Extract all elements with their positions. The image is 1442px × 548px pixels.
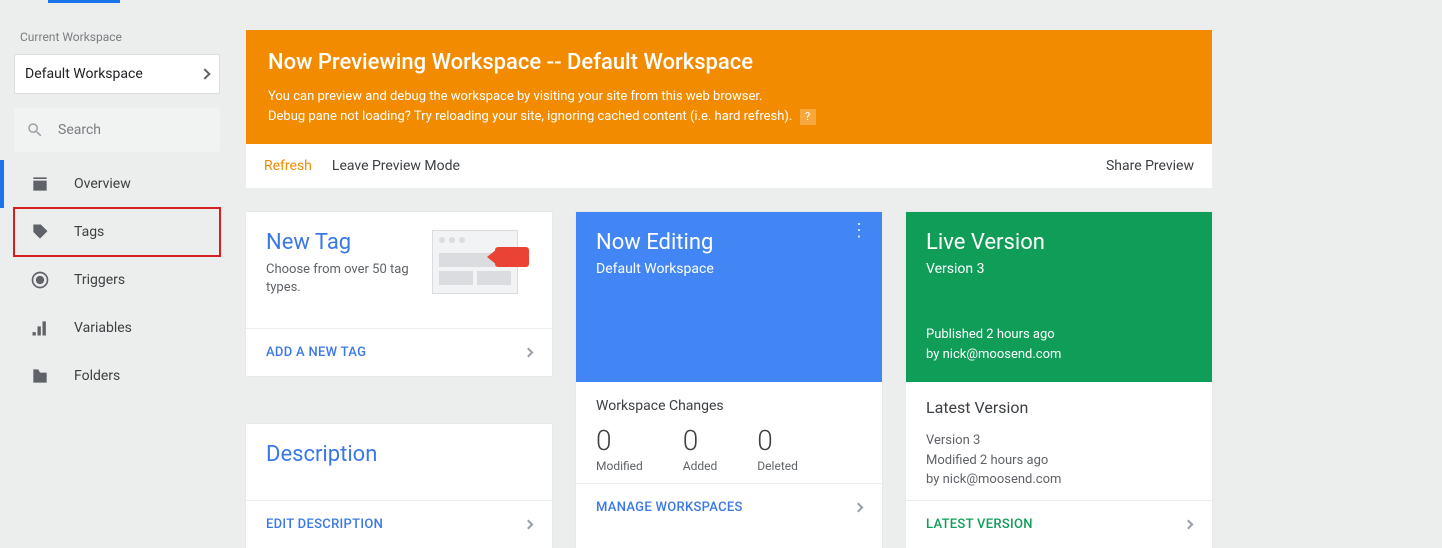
now-editing-card: Now Editing Default Workspace ⋮ Workspac… — [576, 212, 882, 548]
current-workspace-label: Current Workspace — [14, 30, 220, 44]
stat-added: 0 Added — [683, 424, 718, 473]
topbar — [0, 0, 1442, 6]
stat-num: 0 — [596, 424, 643, 457]
nav-folders[interactable]: Folders — [14, 352, 220, 400]
sidebar: Current Workspace Default Workspace Sear… — [0, 6, 234, 548]
chevron-right-icon — [854, 503, 864, 513]
trigger-icon — [30, 270, 50, 290]
latest-modified: Modified 2 hours ago — [926, 451, 1192, 471]
nav-triggers[interactable]: Triggers — [14, 256, 220, 304]
add-new-tag-button[interactable]: ADD A NEW TAG — [246, 328, 552, 376]
stat-num: 0 — [683, 424, 718, 457]
latest-version-title: Latest Version — [926, 398, 1192, 417]
stat-deleted: 0 Deleted — [757, 424, 798, 473]
workspace-selector[interactable]: Default Workspace — [14, 54, 220, 94]
more-menu-icon[interactable]: ⋮ — [850, 228, 868, 233]
nav-label: Triggers — [74, 272, 125, 288]
now-editing-workspace: Default Workspace — [596, 261, 862, 277]
nav-variables[interactable]: Variables — [14, 304, 220, 352]
latest-version-button[interactable]: LATEST VERSION — [906, 500, 1212, 548]
nav-label: Overview — [74, 176, 131, 192]
search-input[interactable]: Search — [14, 108, 220, 152]
overview-icon — [30, 174, 50, 194]
folder-icon — [30, 366, 50, 386]
stat-modified: 0 Modified — [596, 424, 643, 473]
leave-preview-link[interactable]: Leave Preview Mode — [332, 158, 460, 174]
workspace-changes-title: Workspace Changes — [596, 398, 862, 414]
now-editing-title: Now Editing — [596, 230, 862, 255]
preview-title: Now Previewing Workspace -- Default Work… — [268, 50, 1190, 75]
preview-line2-text: Debug pane not loading? Try reloading yo… — [268, 109, 792, 124]
nav: Overview Tags Triggers Variables Folders — [14, 160, 220, 400]
nav-overview[interactable]: Overview — [14, 160, 220, 208]
nav-label: Tags — [74, 224, 104, 240]
tag-illustration — [432, 230, 518, 294]
latest-by: by nick@moosend.com — [926, 470, 1192, 490]
search-placeholder: Search — [58, 122, 101, 138]
help-icon[interactable]: ? — [800, 109, 816, 125]
preview-line2: Debug pane not loading? Try reloading yo… — [268, 107, 1190, 127]
stat-label: Modified — [596, 459, 643, 473]
add-new-tag-label: ADD A NEW TAG — [266, 345, 366, 360]
stat-label: Deleted — [757, 459, 798, 473]
edit-description-button[interactable]: EDIT DESCRIPTION — [246, 500, 552, 548]
description-card: Description EDIT DESCRIPTION — [246, 424, 552, 548]
chevron-right-icon — [1184, 519, 1194, 529]
live-version-title: Live Version — [926, 230, 1192, 255]
active-tab-indicator — [48, 0, 120, 3]
main: Now Previewing Workspace -- Default Work… — [234, 6, 1224, 548]
workspace-name: Default Workspace — [25, 66, 143, 82]
new-tag-title: New Tag — [266, 230, 416, 255]
chevron-right-icon — [199, 68, 210, 79]
edit-description-label: EDIT DESCRIPTION — [266, 517, 383, 532]
preview-actions: Refresh Leave Preview Mode Share Preview — [246, 144, 1212, 188]
preview-line1: You can preview and debug the workspace … — [268, 87, 1190, 107]
chevron-right-icon — [524, 520, 534, 530]
new-tag-subtitle: Choose from over 50 tag types. — [266, 261, 416, 297]
latest-version-label: LATEST VERSION — [926, 517, 1033, 532]
share-preview-link[interactable]: Share Preview — [1106, 158, 1194, 174]
published-time: Published 2 hours ago — [926, 325, 1192, 345]
manage-workspaces-button[interactable]: MANAGE WORKSPACES — [576, 483, 882, 531]
refresh-link[interactable]: Refresh — [264, 158, 312, 174]
live-version-number: Version 3 — [926, 261, 1192, 277]
chevron-right-icon — [524, 348, 534, 358]
manage-workspaces-label: MANAGE WORKSPACES — [596, 500, 743, 515]
stat-num: 0 — [757, 424, 798, 457]
nav-label: Folders — [74, 368, 120, 384]
search-icon — [26, 121, 44, 139]
latest-version-number: Version 3 — [926, 431, 1192, 451]
description-title: Description — [266, 442, 532, 467]
live-version-card: Live Version Version 3 Published 2 hours… — [906, 212, 1212, 548]
variables-icon — [30, 318, 50, 338]
tag-shape-icon — [495, 247, 529, 267]
nav-tags[interactable]: Tags — [14, 208, 220, 256]
new-tag-card: New Tag Choose from over 50 tag types. A… — [246, 212, 552, 376]
workspace-stats: 0 Modified 0 Added 0 Deleted — [596, 424, 862, 473]
published-by: by nick@moosend.com — [926, 345, 1192, 365]
stat-label: Added — [683, 459, 718, 473]
preview-banner: Now Previewing Workspace -- Default Work… — [246, 30, 1212, 144]
nav-label: Variables — [74, 320, 132, 336]
tag-icon — [30, 222, 50, 242]
